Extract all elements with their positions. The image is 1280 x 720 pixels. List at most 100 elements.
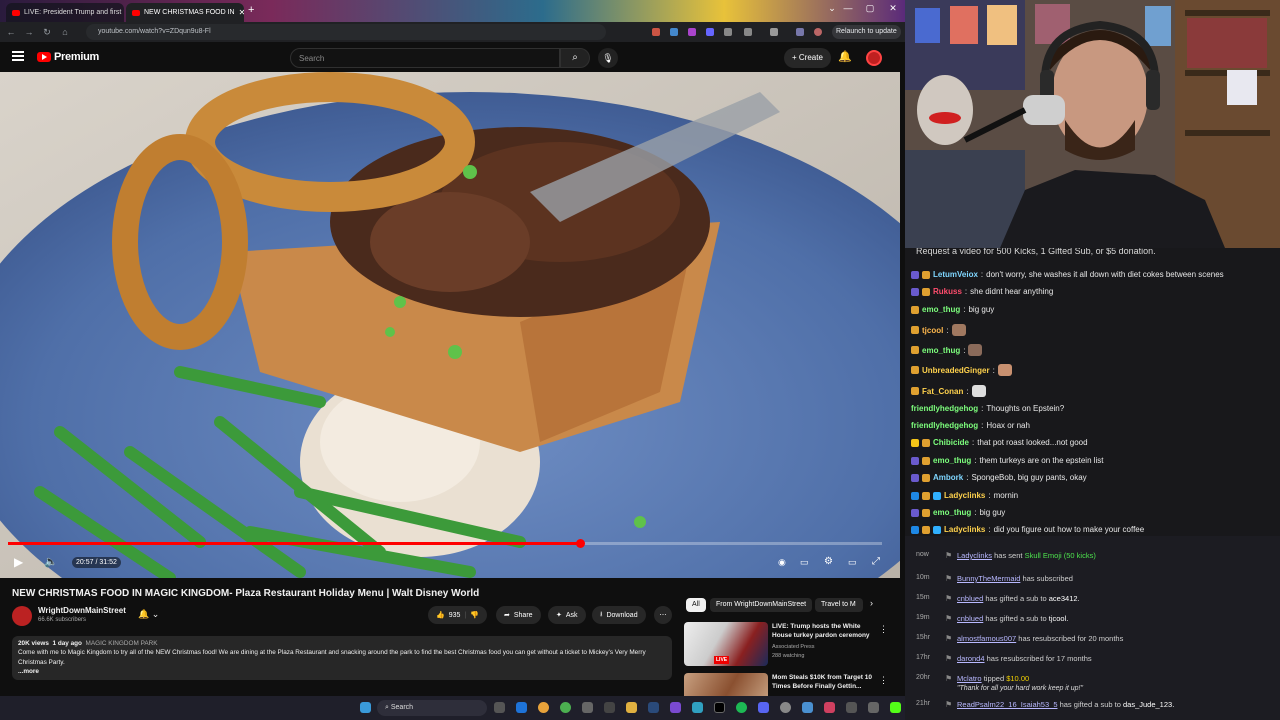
settings-gear-icon[interactable]: ⚙ — [824, 556, 833, 567]
sidebar-icon[interactable] — [770, 28, 778, 36]
taskbar-search[interactable]: ⌕ Search — [377, 700, 487, 716]
download-button[interactable]: ⭳ Download — [592, 606, 646, 624]
chip-from-channel[interactable]: From WrightDownMainStreet — [710, 598, 813, 612]
close-window-button[interactable]: ✕ — [883, 3, 903, 14]
new-tab-button[interactable]: + — [248, 4, 254, 16]
play-icon[interactable]: ▶ — [14, 555, 23, 569]
reload-icon[interactable]: ↻ — [38, 27, 56, 38]
extension-icon[interactable] — [652, 28, 660, 36]
app-icon[interactable] — [846, 702, 857, 713]
chrome-icon[interactable] — [538, 702, 549, 713]
event-username[interactable]: Ladyclinks — [957, 551, 992, 560]
captions-icon[interactable]: ▭ — [800, 557, 809, 568]
recommendation-channel[interactable]: Associated Press — [772, 644, 815, 650]
profile-icon[interactable] — [814, 28, 822, 36]
extension-icon[interactable] — [688, 28, 696, 36]
home-icon[interactable]: ⌂ — [56, 27, 74, 37]
channel-avatar[interactable] — [12, 606, 32, 626]
file-explorer-icon[interactable] — [626, 702, 637, 713]
event-username[interactable]: Mclatro — [957, 674, 982, 683]
app-icon[interactable] — [670, 702, 681, 713]
chat-username[interactable]: Ladyclinks — [944, 525, 985, 534]
location-tag[interactable]: MAGIC KINGDOM PARK — [86, 640, 158, 647]
browser-tab-2[interactable]: NEW CHRISTMAS FOOD IN ✕ — [126, 3, 244, 22]
search-button[interactable]: ⌕ — [560, 48, 590, 68]
app-icon[interactable] — [582, 702, 593, 713]
forward-icon[interactable]: → — [20, 27, 38, 37]
tiktok-icon[interactable] — [714, 702, 725, 713]
steam-icon[interactable] — [648, 702, 659, 713]
chat-username[interactable]: Ladyclinks — [944, 491, 985, 500]
app-icon[interactable] — [868, 702, 879, 713]
chat-username[interactable]: friendlyhedgehog — [911, 404, 978, 413]
app-icon[interactable] — [824, 702, 835, 713]
extension-icon[interactable] — [724, 28, 732, 36]
more-vertical-icon[interactable]: ⋮ — [879, 675, 888, 686]
chat-username[interactable]: Chibicide — [933, 438, 969, 447]
spotify-icon[interactable] — [736, 702, 747, 713]
video-description[interactable]: 20K views 1 day ago MAGIC KINGDOM PARK C… — [12, 636, 672, 680]
ask-button[interactable]: ✦ Ask — [548, 606, 586, 624]
create-button[interactable]: + Create — [784, 48, 831, 68]
autoplay-toggle-icon[interactable]: ◉ — [778, 557, 786, 568]
chat-username[interactable]: emo_thug — [922, 346, 960, 355]
search-input[interactable]: Search — [290, 48, 560, 68]
event-username[interactable]: ReadPsalm22_16_Isaiah53_5 — [957, 700, 1058, 709]
video-player[interactable] — [0, 72, 900, 578]
back-icon[interactable]: ← — [2, 27, 20, 37]
task-view-icon[interactable] — [494, 702, 505, 713]
kick-icon[interactable] — [890, 702, 901, 713]
event-username[interactable]: almostfamous007 — [957, 634, 1016, 643]
chat-username[interactable]: LetumVeiox — [933, 270, 978, 279]
chat-username[interactable]: emo_thug — [933, 508, 971, 517]
chat-username[interactable]: friendlyhedgehog — [911, 421, 978, 430]
event-username[interactable]: BunnyTheMermaid — [957, 574, 1020, 583]
chat-username[interactable]: Rukuss — [933, 287, 962, 296]
chat-username[interactable]: emo_thug — [922, 305, 960, 314]
extension-icon[interactable] — [796, 28, 804, 36]
share-button[interactable]: ➦ Share — [496, 606, 541, 624]
extensions-puzzle-icon[interactable] — [744, 28, 752, 36]
chat-username[interactable]: Fat_Conan — [922, 387, 963, 396]
chat-username[interactable]: tjcool — [922, 326, 943, 335]
event-username[interactable]: darond4 — [957, 654, 985, 663]
url-bar[interactable]: youtube.com/watch?v=ZDqun9u8-Fl — [86, 24, 606, 40]
theater-mode-icon[interactable]: ▭ — [848, 557, 857, 568]
like-button[interactable]: 👍 935 | 👎 — [428, 606, 487, 624]
chat-username[interactable]: Ambork — [933, 473, 963, 482]
thumbs-down-icon[interactable]: 👎 — [470, 611, 479, 619]
chrome-icon[interactable] — [560, 702, 571, 713]
extension-icon[interactable] — [706, 28, 714, 36]
edge-icon[interactable] — [516, 702, 527, 713]
more-vertical-icon[interactable]: ⋮ — [879, 624, 888, 635]
extension-icon[interactable] — [670, 28, 678, 36]
recommendation-item[interactable]: Mom Steals $10K from Target 10 Times Bef… — [684, 673, 894, 696]
event-username[interactable]: cnblued — [957, 614, 983, 623]
volume-icon[interactable]: 🔈 — [44, 555, 58, 568]
chip-travel[interactable]: Travel to M — [815, 598, 863, 612]
youtube-premium-logo[interactable]: Premium — [37, 51, 99, 63]
discord-icon[interactable] — [758, 702, 769, 713]
notifications-bell-icon[interactable]: 🔔 — [838, 50, 852, 63]
close-tab-icon[interactable]: ✕ — [239, 8, 244, 17]
app-icon[interactable] — [692, 702, 703, 713]
app-icon[interactable] — [604, 702, 615, 713]
app-icon[interactable] — [780, 702, 791, 713]
relaunch-button[interactable]: Relaunch to update — [832, 25, 901, 39]
maximize-button[interactable]: ▢ — [860, 3, 880, 14]
voice-search-button[interactable]: 🎙 — [598, 48, 618, 68]
browser-tab-1[interactable]: LIVE: President Trump and first ✕ — [6, 3, 124, 22]
windows-start-icon[interactable] — [360, 702, 371, 713]
video-thumbnail[interactable]: LIVE — [684, 622, 768, 666]
account-avatar[interactable] — [866, 50, 882, 66]
chat-username[interactable]: emo_thug — [933, 456, 971, 465]
event-username[interactable]: cnblued — [957, 594, 983, 603]
subscribed-bell-icon[interactable]: 🔔 ⌄ — [138, 609, 159, 620]
fullscreen-icon[interactable]: ⤢ — [872, 556, 880, 567]
app-icon[interactable] — [802, 702, 813, 713]
minimize-button[interactable]: — — [838, 3, 858, 13]
hamburger-menu-icon[interactable] — [12, 51, 24, 61]
video-thumbnail[interactable] — [684, 673, 768, 696]
recommendation-item[interactable]: LIVE LIVE: Trump hosts the White House t… — [684, 622, 894, 666]
channel-name[interactable]: WrightDownMainStreet — [38, 606, 126, 615]
